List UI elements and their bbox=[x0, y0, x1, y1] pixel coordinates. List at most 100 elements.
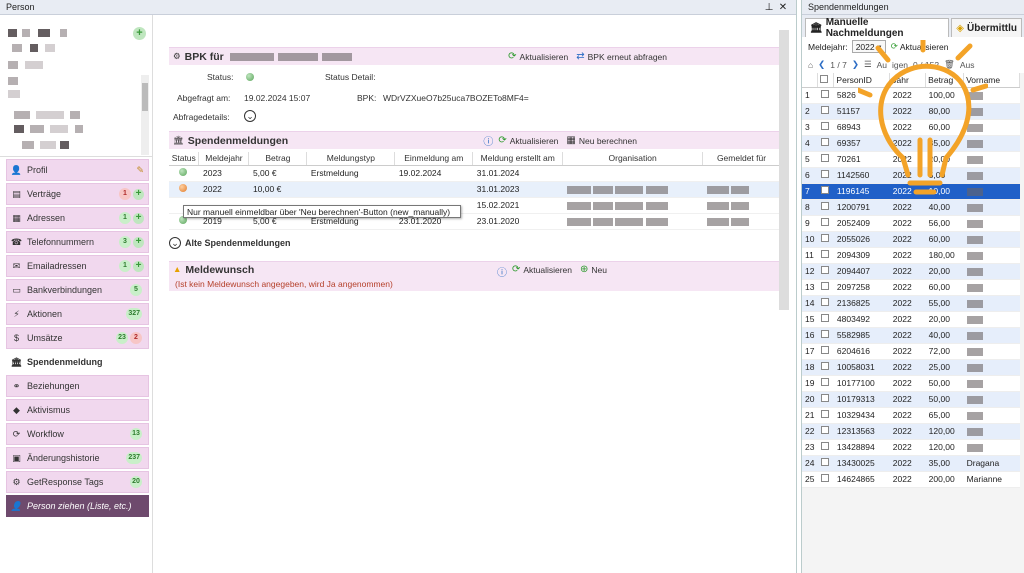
row-checkbox[interactable] bbox=[817, 279, 834, 296]
bpk-requery-button[interactable]: ⇄ BPK erneut abfragen bbox=[576, 51, 667, 62]
add-icon[interactable]: + bbox=[133, 236, 144, 248]
row-checkbox[interactable] bbox=[817, 439, 834, 456]
row-checkbox[interactable] bbox=[817, 343, 834, 360]
table-row[interactable]: 5 70261 2022 20,00 bbox=[802, 151, 1020, 168]
content-scrollbar[interactable] bbox=[779, 30, 789, 310]
row-checkbox[interactable] bbox=[817, 135, 834, 152]
row-checkbox[interactable] bbox=[817, 263, 834, 280]
nav-item-11[interactable]: ⟳ Workflow 13 bbox=[6, 423, 149, 445]
table-row[interactable]: 13 2097258 2022 60,00 bbox=[802, 279, 1020, 296]
row-checkbox[interactable] bbox=[817, 247, 834, 264]
expand-details-chevron-icon[interactable]: ⌄ bbox=[244, 110, 256, 122]
table-row[interactable]: 7 1196145 2022 10,00 bbox=[802, 183, 1020, 200]
row-checkbox[interactable] bbox=[817, 119, 834, 136]
info-icon[interactable]: ⓘ bbox=[497, 264, 510, 279]
row-checkbox[interactable] bbox=[817, 231, 834, 248]
year-select[interactable]: 2022 ▾ bbox=[851, 40, 886, 53]
table-row[interactable]: 16 5582985 2022 40,00 bbox=[802, 327, 1020, 344]
recalculate-button[interactable]: ▦ Neu berechnen bbox=[566, 135, 637, 146]
table-row[interactable]: 25 14624865 2022 200,00 Marianne bbox=[802, 471, 1020, 488]
column-header[interactable]: Meldejahr bbox=[198, 152, 250, 166]
nav-item-3[interactable]: ☎ Telefonnummern 3 + bbox=[6, 231, 149, 253]
nav-item-10[interactable]: ◆ Aktivismus bbox=[6, 399, 149, 421]
row-checkbox[interactable] bbox=[817, 87, 834, 104]
row-checkbox[interactable] bbox=[817, 183, 834, 200]
info-scrollbar[interactable] bbox=[141, 75, 149, 155]
row-checkbox[interactable] bbox=[817, 103, 834, 120]
table-row[interactable]: 2023 5,00 € Erstmeldung 19.02.2024 31.01.202… bbox=[169, 165, 781, 182]
column-header[interactable]: Meldung erstellt am bbox=[472, 152, 564, 166]
right-refresh-button[interactable]: Aktualisieren bbox=[900, 42, 949, 52]
row-checkbox[interactable] bbox=[817, 455, 834, 472]
table-row[interactable]: 18 10058031 2022 25,00 bbox=[802, 359, 1020, 376]
row-checkbox[interactable] bbox=[817, 199, 834, 216]
nav-item-0[interactable]: 👤 Profil ✎ bbox=[6, 159, 149, 181]
table-row[interactable]: 3 68943 2022 60,00 bbox=[802, 119, 1020, 136]
table-row[interactable]: 2022 10,00 € 31.01.2023 bbox=[169, 181, 781, 198]
column-header[interactable]: Meldungstyp bbox=[306, 152, 396, 166]
nav-item-14[interactable]: 👤 Person ziehen (Liste, etc.) bbox=[6, 495, 149, 517]
column-header[interactable]: Organisation bbox=[562, 152, 704, 166]
table-row[interactable]: 21 10329434 2022 65,00 bbox=[802, 407, 1020, 424]
old-donations-toggle[interactable]: ⌄ Alte Spendenmeldungen bbox=[169, 237, 291, 249]
add-icon[interactable]: + bbox=[133, 212, 144, 224]
column-header[interactable] bbox=[802, 73, 819, 88]
nav-item-12[interactable]: ▣ Änderungshistorie 237 bbox=[6, 447, 149, 469]
table-row[interactable]: 12 2094407 2022 20,00 bbox=[802, 263, 1020, 280]
table-row[interactable]: 19 10177100 2022 50,00 bbox=[802, 375, 1020, 392]
table-row[interactable]: 8 1200791 2022 40,00 bbox=[802, 199, 1020, 216]
wish-refresh-button[interactable]: ⟳ Aktualisieren bbox=[512, 264, 572, 275]
prev-page-icon[interactable]: ❮ bbox=[818, 59, 825, 70]
tab-transfer[interactable]: ◈ Übermittlu bbox=[951, 18, 1022, 37]
row-checkbox[interactable] bbox=[817, 423, 834, 440]
row-checkbox[interactable] bbox=[817, 359, 834, 376]
donations-refresh-button[interactable]: ⟳ Aktualisieren bbox=[498, 135, 558, 146]
select-all-checkbox[interactable] bbox=[820, 74, 829, 83]
row-checkbox[interactable] bbox=[817, 151, 834, 168]
table-row[interactable]: 20 10179313 2022 50,00 bbox=[802, 391, 1020, 408]
table-row[interactable]: 6 1142560 2022 5,00 bbox=[802, 167, 1020, 184]
table-row[interactable]: 17 6204616 2022 72,00 bbox=[802, 343, 1020, 360]
table-row[interactable]: 4 69357 2022 35,00 bbox=[802, 135, 1020, 152]
row-checkbox[interactable] bbox=[817, 295, 834, 312]
list-icon[interactable]: ☰ bbox=[864, 59, 872, 70]
column-header[interactable]: Einmeldung am bbox=[394, 152, 474, 166]
nav-item-5[interactable]: ▭ Bankverbindungen 5 bbox=[6, 279, 149, 301]
nav-item-2[interactable]: ▦ Adressen 1 + bbox=[6, 207, 149, 229]
table-row[interactable]: 14 2136825 2022 55,00 bbox=[802, 295, 1020, 312]
home-icon[interactable]: ⌂ bbox=[808, 60, 813, 70]
edit-icon[interactable]: ✎ bbox=[136, 165, 144, 176]
table-row[interactable]: 9 2052409 2022 56,00 bbox=[802, 215, 1020, 232]
row-checkbox[interactable] bbox=[817, 391, 834, 408]
column-header[interactable]: Vorname bbox=[963, 73, 1020, 88]
trash-icon[interactable]: 🗑 bbox=[944, 59, 955, 70]
pin-icon[interactable]: ⊥ bbox=[762, 2, 776, 13]
wish-new-button[interactable]: ⊕ Neu bbox=[580, 264, 607, 275]
close-icon[interactable]: ✕ bbox=[776, 2, 790, 13]
table-row[interactable]: 24 13430025 2022 35,00 Dragana bbox=[802, 455, 1020, 472]
row-checkbox[interactable] bbox=[817, 215, 834, 232]
column-header[interactable]: Betrag bbox=[925, 73, 965, 88]
row-checkbox[interactable] bbox=[817, 327, 834, 344]
table-row[interactable]: 10 2055026 2022 60,00 bbox=[802, 231, 1020, 248]
column-header[interactable]: Status bbox=[169, 152, 200, 166]
table-row[interactable]: 1 5826 2022 100,00 bbox=[802, 87, 1020, 104]
table-row[interactable]: 22 12313563 2022 120,00 bbox=[802, 423, 1020, 440]
bpk-refresh-button[interactable]: ⟳ Aktualisieren bbox=[508, 51, 568, 62]
table-row[interactable]: 15 4803492 2022 20,00 bbox=[802, 311, 1020, 328]
add-icon[interactable]: + bbox=[133, 260, 144, 272]
add-icon[interactable]: + bbox=[133, 188, 144, 200]
nav-item-4[interactable]: ✉ Emailadressen 1 + bbox=[6, 255, 149, 277]
column-header[interactable]: Gemeldet für bbox=[702, 152, 781, 166]
next-page-icon[interactable]: ❯ bbox=[852, 59, 859, 70]
nav-item-7[interactable]: $ Umsätze 23 2 bbox=[6, 327, 149, 349]
column-header[interactable]: PersonID bbox=[833, 73, 891, 88]
nav-item-6[interactable]: ⚡ Aktionen 327 bbox=[6, 303, 149, 325]
nav-item-1[interactable]: ▤ Verträge 1 + bbox=[6, 183, 149, 205]
add-person-button[interactable]: + bbox=[133, 27, 146, 40]
row-checkbox[interactable] bbox=[817, 471, 834, 488]
nav-item-9[interactable]: ⚭ Beziehungen bbox=[6, 375, 149, 397]
row-checkbox[interactable] bbox=[817, 311, 834, 328]
column-header[interactable] bbox=[817, 73, 835, 88]
table-row[interactable]: 2 51157 2022 80,00 bbox=[802, 103, 1020, 120]
